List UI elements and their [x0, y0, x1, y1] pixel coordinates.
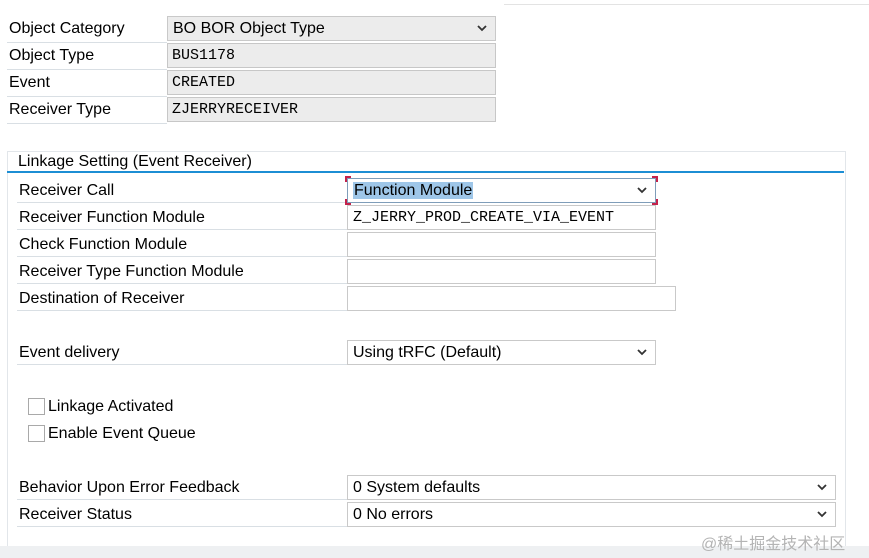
behavior-upon-error-label: Behavior Upon Error Feedback — [19, 479, 240, 496]
row-divider — [7, 69, 167, 70]
row-divider — [17, 256, 347, 257]
enable-event-queue-label: Enable Event Queue — [48, 425, 196, 442]
enable-event-queue-checkbox[interactable] — [28, 425, 45, 442]
object-type-field: BUS1178 — [167, 43, 496, 68]
receiver-function-module-input[interactable]: Z_JERRY_PROD_CREATE_VIA_EVENT — [347, 205, 656, 230]
receiver-type-function-module-label: Receiver Type Function Module — [19, 263, 244, 280]
destination-of-receiver-input[interactable] — [347, 286, 676, 311]
event-delivery-value: Using tRFC (Default) — [353, 344, 502, 361]
row-divider — [7, 42, 167, 43]
row-divider — [17, 310, 347, 311]
receiver-status-dropdown[interactable]: 0 No errors — [347, 502, 836, 527]
chevron-down-icon — [637, 349, 647, 356]
receiver-function-module-label: Receiver Function Module — [19, 209, 205, 226]
chevron-down-icon — [637, 187, 647, 194]
object-category-label: Object Category — [9, 20, 125, 37]
receiver-type-label: Receiver Type — [9, 101, 111, 118]
receiver-status-label: Receiver Status — [19, 506, 132, 523]
object-type-label: Object Type — [9, 47, 95, 64]
row-divider — [17, 202, 347, 203]
event-field: CREATED — [167, 70, 496, 95]
row-divider — [17, 229, 347, 230]
receiver-call-value: Function Module — [353, 182, 474, 199]
row-divider — [7, 96, 167, 97]
receiver-status-value: 0 No errors — [353, 506, 434, 523]
linkage-activated-checkbox[interactable] — [28, 398, 45, 415]
row-divider — [7, 123, 167, 124]
row-divider — [17, 499, 347, 500]
object-category-value: BO BOR Object Type — [173, 20, 325, 37]
chevron-down-icon — [477, 25, 487, 32]
row-divider — [17, 526, 347, 527]
check-function-module-input[interactable] — [347, 232, 656, 257]
receiver-type-function-module-input[interactable] — [347, 259, 656, 284]
top-edge-line — [504, 4, 869, 5]
destination-of-receiver-label: Destination of Receiver — [19, 290, 185, 307]
chevron-down-icon — [817, 484, 827, 491]
row-divider — [17, 364, 347, 365]
receiver-call-label: Receiver Call — [19, 182, 115, 199]
event-label: Event — [9, 74, 50, 91]
row-divider — [17, 283, 347, 284]
behavior-upon-error-dropdown[interactable]: 0 System defaults — [347, 475, 836, 500]
receiver-type-field: ZJERRYRECEIVER — [167, 97, 496, 122]
focus-corner — [345, 176, 351, 182]
group-title-underline — [7, 171, 844, 173]
chevron-down-icon — [817, 511, 827, 518]
event-delivery-label: Event delivery — [19, 344, 120, 361]
check-function-module-label: Check Function Module — [19, 236, 188, 253]
linkage-activated-label: Linkage Activated — [48, 398, 174, 415]
behavior-upon-error-value: 0 System defaults — [353, 479, 481, 496]
event-delivery-dropdown[interactable]: Using tRFC (Default) — [347, 340, 656, 365]
watermark-text: @稀土掘金技术社区 — [701, 536, 846, 553]
receiver-call-dropdown[interactable]: Function Module — [347, 178, 656, 203]
focus-corner — [652, 176, 658, 182]
object-category-dropdown[interactable]: BO BOR Object Type — [167, 16, 496, 41]
